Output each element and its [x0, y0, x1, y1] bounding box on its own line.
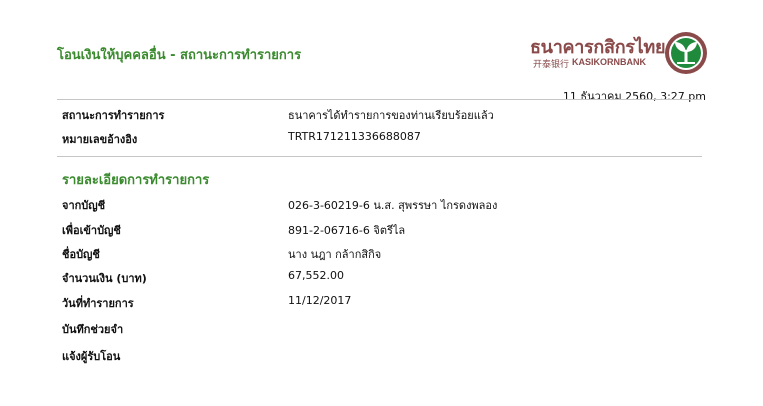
transaction-date-value: 11/12/2017	[288, 294, 352, 307]
to-account-label: เพื่อเข้าบัญชี	[62, 224, 121, 237]
to-account-value: 891-2-06716-6 จิตรีไล	[288, 224, 406, 237]
amount-label: จำนวนเงิน (บาท)	[62, 272, 147, 285]
notify-recipient-row: แจ้งผู้รับโอน	[62, 347, 702, 365]
logo-subtitle: 开泰银行 KASIKORNBANK	[533, 57, 646, 70]
to-account-row: เพื่อเข้าบัญชี 891-2-06716-6 จิตรีไล	[62, 221, 702, 239]
memo-label: บันทึกช่วยจำ	[62, 323, 124, 336]
from-account-row: จากบัญชี 026-3-60219-6 น.ส. สุพรรษา ไกรด…	[62, 196, 702, 214]
from-account-label: จากบัญชี	[62, 199, 106, 212]
amount-row: จำนวนเงิน (บาท) 67,552.00	[62, 269, 702, 287]
amount-value: 67,552.00	[288, 269, 344, 282]
divider-top	[57, 99, 702, 100]
notify-recipient-label: แจ้งผู้รับโอน	[62, 350, 121, 363]
kasikornbank-logo: ธนาคารกสิกรไทย 开泰银行 KASIKORNBANK	[530, 32, 710, 82]
transaction-date-row: วันที่ทำรายการ 11/12/2017	[62, 294, 702, 312]
transaction-timestamp: 11 ธันวาคม 2560, 3:27 pm	[562, 90, 706, 103]
logo-name-chinese: 开泰银行	[533, 60, 570, 70]
page-title: โอนเงินให้บุคคลอื่น - สถานะการทำรายการ	[57, 48, 302, 63]
status-value: ธนาคารได้ทำรายการของท่านเรียบร้อยแล้ว	[288, 109, 494, 122]
account-name-value: นาง นฎา กล้ากสิกิจ	[288, 248, 382, 261]
transaction-date-label: วันที่ทำรายการ	[62, 297, 134, 310]
memo-row: บันทึกช่วยจำ	[62, 320, 702, 338]
account-name-label: ชื่อบัญชี	[62, 248, 100, 261]
status-row: สถานะการทำรายการ ธนาคารได้ทำรายการของท่า…	[62, 106, 702, 124]
from-account-value: 026-3-60219-6 น.ส. สุพรรษา ไกรดงพลอง	[288, 199, 498, 212]
account-name-row: ชื่อบัญชี นาง นฎา กล้ากสิกิจ	[62, 245, 702, 263]
logo-name-english: KASIKORNBANK	[572, 57, 647, 67]
status-label: สถานะการทำรายการ	[62, 109, 165, 122]
details-section-title: รายละเอียดการทำรายการ	[62, 173, 210, 188]
kbank-emblem-icon	[665, 32, 707, 74]
divider-middle	[57, 156, 702, 157]
reference-value: TRTR171211336688087	[288, 130, 421, 143]
reference-label: หมายเลขอ้างอิง	[62, 133, 138, 146]
reference-row: หมายเลขอ้างอิง TRTR171211336688087	[62, 130, 702, 148]
